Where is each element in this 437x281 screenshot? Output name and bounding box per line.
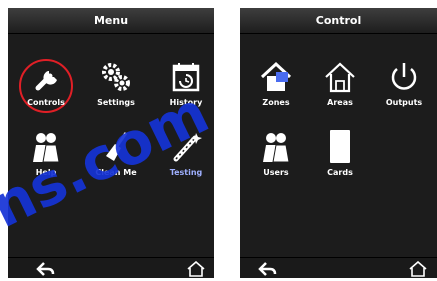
calendar-history-icon [168, 59, 204, 99]
control-item-cards[interactable]: Cards [308, 126, 372, 186]
menu-item-testing[interactable]: Testing [154, 126, 218, 186]
menu-item-help[interactable]: Help [14, 126, 78, 186]
control-item-label: Cards [327, 168, 353, 177]
menu-item-label: Help [35, 168, 57, 177]
menu-panel: Menu Controls Settings History Help Clea… [8, 8, 214, 278]
control-item-areas[interactable]: Areas [308, 56, 372, 116]
control-item-users[interactable]: Users [244, 126, 308, 186]
brush-icon [98, 129, 134, 169]
wand-icon [168, 129, 204, 169]
control-item-outputs[interactable]: Outputs [372, 56, 436, 116]
control-panel: Control Zones Areas Outputs Users Cards [240, 8, 437, 278]
people-icon [28, 129, 64, 169]
menu-title: Menu [8, 8, 214, 34]
control-bottom-bar [240, 257, 437, 278]
control-item-label: Outputs [385, 98, 423, 107]
back-arrow-icon[interactable] [36, 261, 56, 277]
home-icon[interactable] [408, 260, 428, 277]
house-outline-icon [322, 59, 358, 99]
people-icon [258, 129, 294, 169]
menu-item-label: Controls [27, 98, 65, 107]
back-arrow-icon[interactable] [258, 261, 278, 277]
menu-item-label: Testing [169, 168, 203, 177]
control-item-label: Users [263, 168, 289, 177]
house-zone-icon [258, 59, 294, 99]
wrench-icon [28, 59, 64, 99]
card-icon [322, 129, 358, 169]
home-icon[interactable] [186, 260, 206, 277]
control-item-zones[interactable]: Zones [244, 56, 308, 116]
menu-item-clean-me[interactable]: Clean Me [84, 126, 148, 186]
control-title: Control [240, 8, 437, 34]
control-item-label: Zones [262, 98, 290, 107]
menu-item-label: Settings [97, 98, 135, 107]
menu-item-settings[interactable]: Settings [84, 56, 148, 116]
power-icon [386, 59, 422, 99]
control-item-label: Areas [327, 98, 353, 107]
menu-item-history[interactable]: History [154, 56, 218, 116]
menu-bottom-bar [8, 257, 214, 278]
menu-item-label: History [169, 98, 203, 107]
menu-item-label: Clean Me [95, 168, 137, 177]
gears-icon [98, 59, 134, 99]
menu-item-controls[interactable]: Controls [14, 56, 78, 116]
